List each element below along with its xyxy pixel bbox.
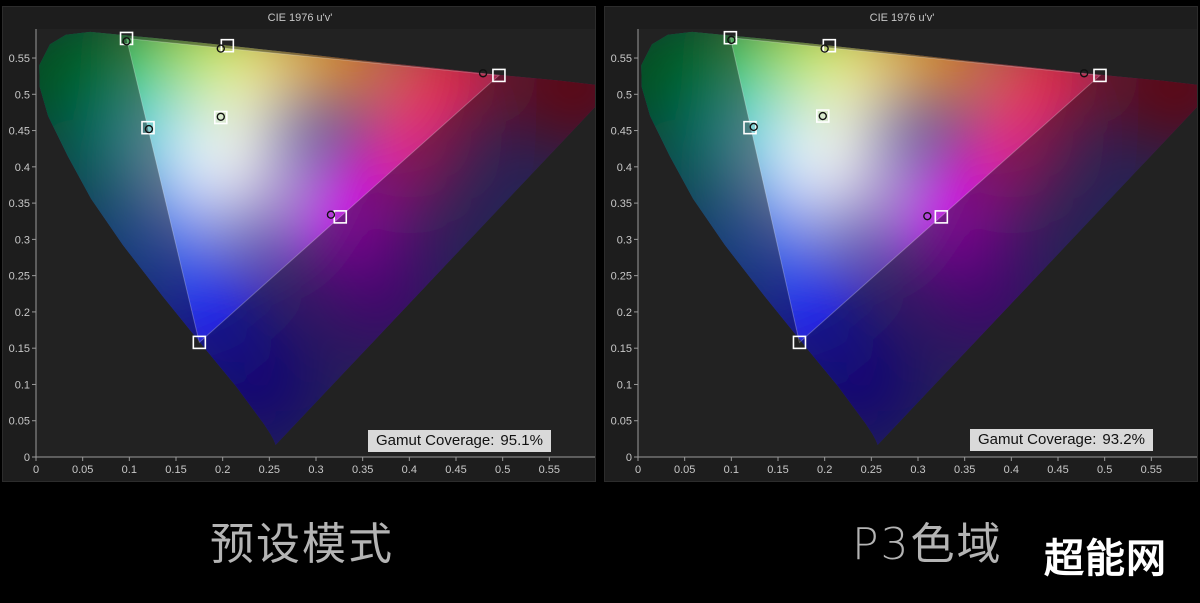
x-tick-label: 0.25 (861, 464, 882, 476)
caption-preset-mode: 预设模式 (210, 519, 394, 570)
y-tick-label: 0.5 (15, 89, 30, 101)
x-tick-label: 0.45 (445, 464, 466, 476)
x-tick-label: 0.55 (539, 464, 560, 476)
watermark-logo: 超能网 (1044, 536, 1167, 582)
y-tick-label: 0.45 (611, 126, 632, 138)
y-tick-label: 0.3 (15, 234, 30, 246)
y-tick-label: 0.15 (9, 343, 30, 355)
y-tick-label: 0.35 (9, 198, 30, 210)
y-tick-label: 0.15 (611, 343, 632, 355)
x-tick-label: 0.1 (724, 464, 739, 476)
x-tick-label: 0.45 (1047, 464, 1068, 476)
y-tick-label: 0.1 (15, 379, 30, 391)
x-tick-label: 0.5 (1097, 464, 1112, 476)
chart-panel-left: 0 0.05 0.1 0.15 0.2 0.25 0.3 0.35 0.4 0.45 0.5 0.55… (2, 6, 596, 482)
x-tick-label: 0.3 (308, 464, 323, 476)
x-tick-label: 0.05 (674, 464, 695, 476)
y-tick-label: 0.1 (617, 379, 632, 391)
x-tick-label: 0.55 (1141, 464, 1162, 476)
x-tick-label: 0.4 (1004, 464, 1019, 476)
x-tick-label: 0.05 (72, 464, 93, 476)
x-tick-label: 0.15 (165, 464, 186, 476)
x-tick-label: 0.15 (767, 464, 788, 476)
x-tick-label: 0 (33, 464, 39, 476)
y-tick-label: 0.45 (9, 126, 30, 138)
coverage-box-left: Gamut Coverage: 95.1% (368, 430, 551, 452)
y-tick-label: 0.2 (15, 307, 30, 319)
y-tick-label: 0.5 (617, 89, 632, 101)
coverage-label-left: Gamut Coverage: (376, 432, 495, 449)
y-tick-label: 0.4 (15, 162, 30, 174)
coverage-value-left: 95.1% (500, 432, 543, 449)
y-tick-label: 0.35 (611, 198, 632, 210)
y-tick-label: 0 (626, 452, 632, 464)
x-tick-label: 0.1 (122, 464, 137, 476)
y-tick-label: 0.05 (9, 416, 30, 428)
y-tick-label: 0.25 (9, 271, 30, 283)
coverage-box-right: Gamut Coverage: 93.2% (970, 429, 1153, 451)
coverage-label-right: Gamut Coverage: (978, 431, 1097, 448)
x-tick-label: 0.25 (259, 464, 280, 476)
x-tick-label: 0 (635, 464, 641, 476)
y-tick-label: 0.4 (617, 162, 632, 174)
x-tick-label: 0.35 (352, 464, 373, 476)
y-tick-label: 0.05 (611, 416, 632, 428)
chart-svg-right: 0 0.05 0.1 0.15 0.2 0.25 0.3 0.35 0.4 0.45 0.5 0.55… (611, 12, 1198, 476)
x-tick-label: 0.35 (954, 464, 975, 476)
x-tick-label: 0.4 (402, 464, 417, 476)
y-tick-label: 0.55 (611, 53, 632, 65)
coverage-value-right: 93.2% (1102, 431, 1145, 448)
y-tick-label: 0.2 (617, 307, 632, 319)
x-tick-label: 0.2 (817, 464, 832, 476)
chart-svg-left: 0 0.05 0.1 0.15 0.2 0.25 0.3 0.35 0.4 0.45 0.5 0.55… (9, 12, 596, 476)
x-tick-label: 0.5 (495, 464, 510, 476)
x-tick-label: 0.2 (215, 464, 230, 476)
chart-title: CIE 1976 u'v' (268, 12, 333, 24)
y-tick-label: 0.25 (611, 271, 632, 283)
chart-panel-right: 0 0.05 0.1 0.15 0.2 0.25 0.3 0.35 0.4 0.45 0.5 0.55… (604, 6, 1198, 482)
y-tick-label: 0.3 (617, 234, 632, 246)
chart-title: CIE 1976 u'v' (870, 12, 935, 24)
y-tick-label: 0.55 (9, 53, 30, 65)
x-tick-label: 0.3 (910, 464, 925, 476)
caption-p3-gamut: P3色域 (852, 519, 1003, 570)
y-tick-label: 0 (24, 452, 30, 464)
